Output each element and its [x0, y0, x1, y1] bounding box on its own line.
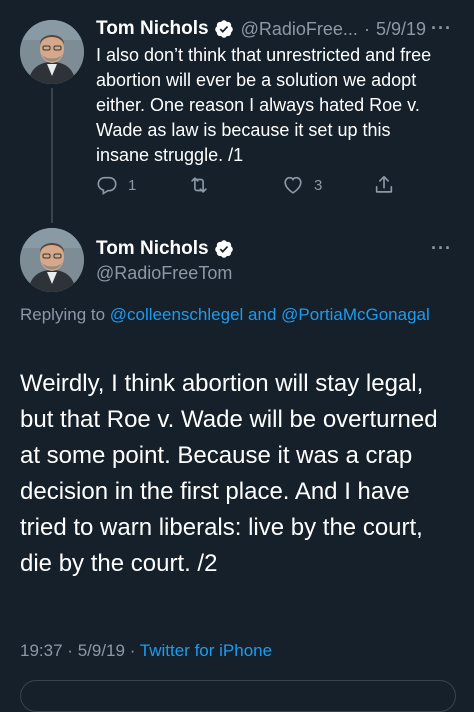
share-button[interactable] [373, 174, 395, 196]
tweet1-header: Tom Nichols @RadioFree... · 5/9/19 [96, 18, 426, 40]
tweet-text: I also don’t think that unrestricted and… [96, 45, 432, 165]
author-handle[interactable]: @RadioFree... [241, 19, 358, 40]
more-options-button[interactable]: ··· [431, 18, 452, 39]
more-options-button[interactable]: ··· [431, 238, 452, 259]
retweet-icon [191, 177, 207, 193]
mention-conjunction[interactable]: and [248, 305, 276, 324]
tweet-date[interactable]: 5/9/19 [376, 19, 426, 40]
replying-prefix: Replying to [20, 305, 106, 324]
retweet-button[interactable] [188, 174, 210, 196]
author-name[interactable]: Tom Nichols [96, 18, 209, 40]
reply-icon [97, 176, 117, 195]
author-handle[interactable]: @RadioFreeTom [96, 263, 232, 284]
mention-link[interactable]: @PortiaMcGonagal [281, 305, 430, 324]
separator-dot: · [129, 641, 136, 660]
tweet2-header: Tom Nichols [96, 238, 234, 260]
reply-count: 1 [128, 176, 137, 194]
share-icon [375, 175, 393, 193]
thread-connector-line [51, 88, 53, 223]
reply-composer-bar[interactable] [20, 680, 456, 712]
heart-icon [284, 176, 302, 194]
tweet-actions: 1 3 [96, 174, 396, 198]
tweet-time[interactable]: 19:37 [20, 641, 63, 660]
verified-badge-icon [214, 240, 233, 258]
author-name[interactable]: Tom Nichols [96, 238, 209, 260]
avatar[interactable] [20, 228, 84, 292]
tweet-date[interactable]: 5/9/19 [78, 641, 125, 660]
verified-badge-icon [214, 20, 233, 38]
reply-button[interactable]: 1 [96, 174, 136, 196]
mention-link[interactable]: @colleenschlegel [110, 305, 244, 324]
tweet-source-link[interactable]: Twitter for iPhone [140, 641, 272, 660]
tweet-metadata: 19:37 · 5/9/19 · Twitter for iPhone [20, 641, 272, 661]
like-button[interactable]: 3 [282, 174, 322, 196]
tweet-text: Weirdly, I think abortion will stay lega… [20, 370, 438, 577]
avatar-image [20, 228, 84, 292]
avatar[interactable] [20, 20, 84, 84]
avatar-image [20, 20, 84, 84]
separator-dot: · [363, 18, 370, 39]
like-count: 3 [314, 176, 323, 194]
replying-to: Replying to @colleenschlegel and @Portia… [20, 302, 450, 328]
separator-dot: · [67, 641, 73, 660]
